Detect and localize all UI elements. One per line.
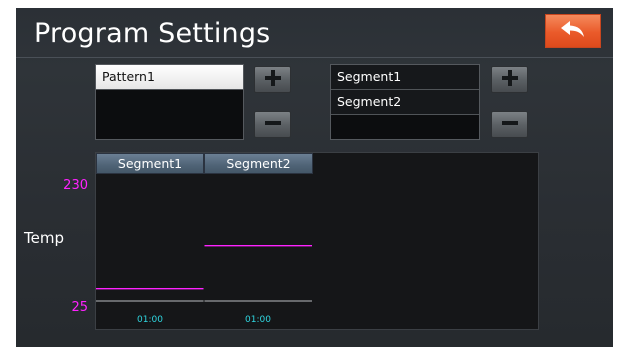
title-divider [16,57,613,58]
remove-pattern-button[interactable] [254,111,291,138]
pattern-list[interactable]: Pattern1 [95,64,244,140]
page-title: Program Settings [34,18,271,49]
back-button[interactable] [545,14,601,48]
y-min-label: 25 [71,300,88,315]
remove-segment-button[interactable] [491,111,528,138]
pattern-list-item[interactable]: Pattern1 [96,65,243,90]
temp-axis-label: Temp [24,229,64,247]
segment-list-item[interactable]: Segment2 [331,90,479,115]
segment-time-label: 01:00 [245,315,271,325]
add-segment-button[interactable] [491,66,528,93]
program-settings-screen: Program Settings Pattern1 Segment1 Segme… [16,8,613,347]
back-arrow-icon [559,19,587,43]
chart-plot [96,244,312,302]
add-pattern-button[interactable] [254,66,291,93]
minus-icon [501,114,519,136]
segment-list[interactable]: Segment1 Segment2 [330,64,480,140]
plus-icon [264,69,282,91]
segment-time-label: 01:00 [137,315,163,325]
segment-list-item[interactable]: Segment1 [331,65,479,90]
program-chart: Segment1 Segment2 01:00 01:00 [95,152,539,330]
y-max-label: 230 [63,178,88,193]
minus-icon [264,114,282,136]
plus-icon [501,69,519,91]
